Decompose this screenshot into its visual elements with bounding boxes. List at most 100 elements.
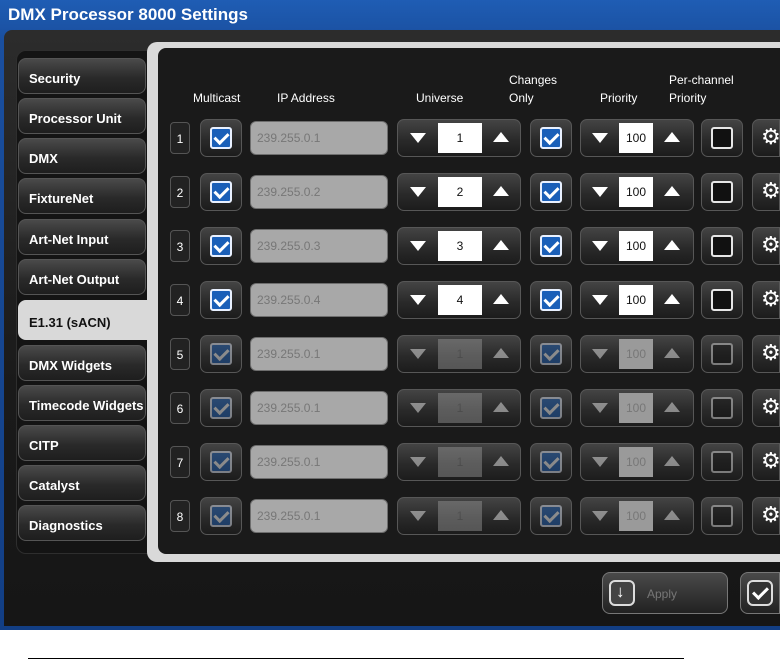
ip-address-field[interactable]: 239.255.0.4: [250, 283, 388, 317]
universe-stepper[interactable]: 3: [397, 227, 521, 265]
priority-value[interactable]: 100: [619, 447, 653, 477]
multicast-toggle[interactable]: [200, 443, 242, 481]
decrement-icon[interactable]: [410, 133, 426, 143]
increment-icon[interactable]: [493, 456, 509, 466]
apply-button[interactable]: Apply: [602, 572, 728, 614]
increment-icon[interactable]: [664, 132, 680, 142]
changes-only-toggle[interactable]: [530, 335, 572, 373]
decrement-icon[interactable]: [410, 511, 426, 521]
increment-icon[interactable]: [664, 402, 680, 412]
per-channel-priority-toggle[interactable]: [701, 173, 743, 211]
universe-value[interactable]: 4: [438, 285, 482, 315]
per-channel-priority-toggle[interactable]: [701, 443, 743, 481]
priority-value[interactable]: 100: [619, 501, 653, 531]
sidebar-item-art-net-input[interactable]: Art-Net Input: [18, 219, 146, 255]
priority-value[interactable]: 100: [619, 285, 653, 315]
per-channel-priority-toggle[interactable]: [701, 335, 743, 373]
priority-stepper[interactable]: 100: [580, 173, 694, 211]
decrement-icon[interactable]: [410, 295, 426, 305]
row-settings-button[interactable]: ⚙: [752, 335, 780, 373]
changes-only-checkbox[interactable]: [540, 505, 562, 527]
per-channel-priority-toggle[interactable]: [701, 497, 743, 535]
universe-value[interactable]: 2: [438, 177, 482, 207]
universe-value[interactable]: 1: [438, 501, 482, 531]
ip-address-field[interactable]: 239.255.0.3: [250, 229, 388, 263]
decrement-icon[interactable]: [592, 295, 608, 305]
decrement-icon[interactable]: [592, 403, 608, 413]
universe-value[interactable]: 1: [438, 393, 482, 423]
row-settings-button[interactable]: ⚙: [752, 281, 780, 319]
multicast-checkbox[interactable]: [210, 289, 232, 311]
multicast-toggle[interactable]: [200, 227, 242, 265]
changes-only-toggle[interactable]: [530, 227, 572, 265]
priority-stepper[interactable]: 100: [580, 119, 694, 157]
per-channel-priority-toggle[interactable]: [701, 227, 743, 265]
priority-value[interactable]: 100: [619, 123, 653, 153]
ip-address-field[interactable]: 239.255.0.1: [250, 445, 388, 479]
sidebar-item-processor-unit[interactable]: Processor Unit: [18, 98, 146, 134]
decrement-icon[interactable]: [410, 241, 426, 251]
increment-icon[interactable]: [493, 294, 509, 304]
sidebar-item-art-net-output[interactable]: Art-Net Output: [18, 259, 146, 295]
universe-value[interactable]: 1: [438, 123, 482, 153]
universe-stepper[interactable]: 1: [397, 119, 521, 157]
changes-only-toggle[interactable]: [530, 389, 572, 427]
changes-only-toggle[interactable]: [530, 119, 572, 157]
multicast-toggle[interactable]: [200, 497, 242, 535]
multicast-toggle[interactable]: [200, 173, 242, 211]
ip-address-field[interactable]: 239.255.0.1: [250, 121, 388, 155]
changes-only-checkbox[interactable]: [540, 235, 562, 257]
ip-address-field[interactable]: 239.255.0.1: [250, 499, 388, 533]
sidebar-item-e1-31-sacn[interactable]: E1.31 (sACN): [18, 300, 158, 340]
universe-stepper[interactable]: 1: [397, 389, 521, 427]
row-settings-button[interactable]: ⚙: [752, 497, 780, 535]
decrement-icon[interactable]: [592, 511, 608, 521]
decrement-icon[interactable]: [410, 187, 426, 197]
decrement-icon[interactable]: [410, 403, 426, 413]
priority-stepper[interactable]: 100: [580, 443, 694, 481]
universe-value[interactable]: 1: [438, 447, 482, 477]
sidebar-item-dmx-widgets[interactable]: DMX Widgets: [18, 345, 146, 381]
per-channel-priority-toggle[interactable]: [701, 119, 743, 157]
multicast-checkbox[interactable]: [210, 181, 232, 203]
per-channel-priority-toggle[interactable]: [701, 281, 743, 319]
decrement-icon[interactable]: [410, 457, 426, 467]
priority-stepper[interactable]: 100: [580, 497, 694, 535]
sidebar-item-timecode-widgets[interactable]: Timecode Widgets: [18, 385, 146, 421]
changes-only-checkbox[interactable]: [540, 289, 562, 311]
priority-stepper[interactable]: 100: [580, 227, 694, 265]
changes-only-toggle[interactable]: [530, 497, 572, 535]
universe-stepper[interactable]: 4: [397, 281, 521, 319]
title-bar[interactable]: DMX Processor 8000 Settings: [0, 0, 780, 30]
universe-stepper[interactable]: 1: [397, 497, 521, 535]
sidebar-item-fixturenet[interactable]: FixtureNet: [18, 178, 146, 214]
ip-address-field[interactable]: 239.255.0.1: [250, 391, 388, 425]
priority-value[interactable]: 100: [619, 231, 653, 261]
changes-only-checkbox[interactable]: [540, 397, 562, 419]
priority-value[interactable]: 100: [619, 339, 653, 369]
multicast-toggle[interactable]: [200, 389, 242, 427]
sidebar-item-security[interactable]: Security: [18, 58, 146, 94]
per-channel-priority-checkbox[interactable]: [711, 181, 733, 203]
row-settings-button[interactable]: ⚙: [752, 173, 780, 211]
per-channel-priority-checkbox[interactable]: [711, 397, 733, 419]
multicast-checkbox[interactable]: [210, 127, 232, 149]
multicast-toggle[interactable]: [200, 335, 242, 373]
increment-icon[interactable]: [493, 348, 509, 358]
decrement-icon[interactable]: [410, 349, 426, 359]
increment-icon[interactable]: [493, 186, 509, 196]
increment-icon[interactable]: [493, 402, 509, 412]
ip-address-field[interactable]: 239.255.0.1: [250, 337, 388, 371]
universe-value[interactable]: 1: [438, 339, 482, 369]
increment-icon[interactable]: [664, 348, 680, 358]
row-settings-button[interactable]: ⚙: [752, 119, 780, 157]
changes-only-toggle[interactable]: [530, 443, 572, 481]
increment-icon[interactable]: [493, 510, 509, 520]
priority-stepper[interactable]: 100: [580, 281, 694, 319]
per-channel-priority-checkbox[interactable]: [711, 127, 733, 149]
sidebar-item-citp[interactable]: CITP: [18, 425, 146, 461]
row-settings-button[interactable]: ⚙: [752, 227, 780, 265]
per-channel-priority-checkbox[interactable]: [711, 505, 733, 527]
changes-only-toggle[interactable]: [530, 173, 572, 211]
changes-only-checkbox[interactable]: [540, 343, 562, 365]
